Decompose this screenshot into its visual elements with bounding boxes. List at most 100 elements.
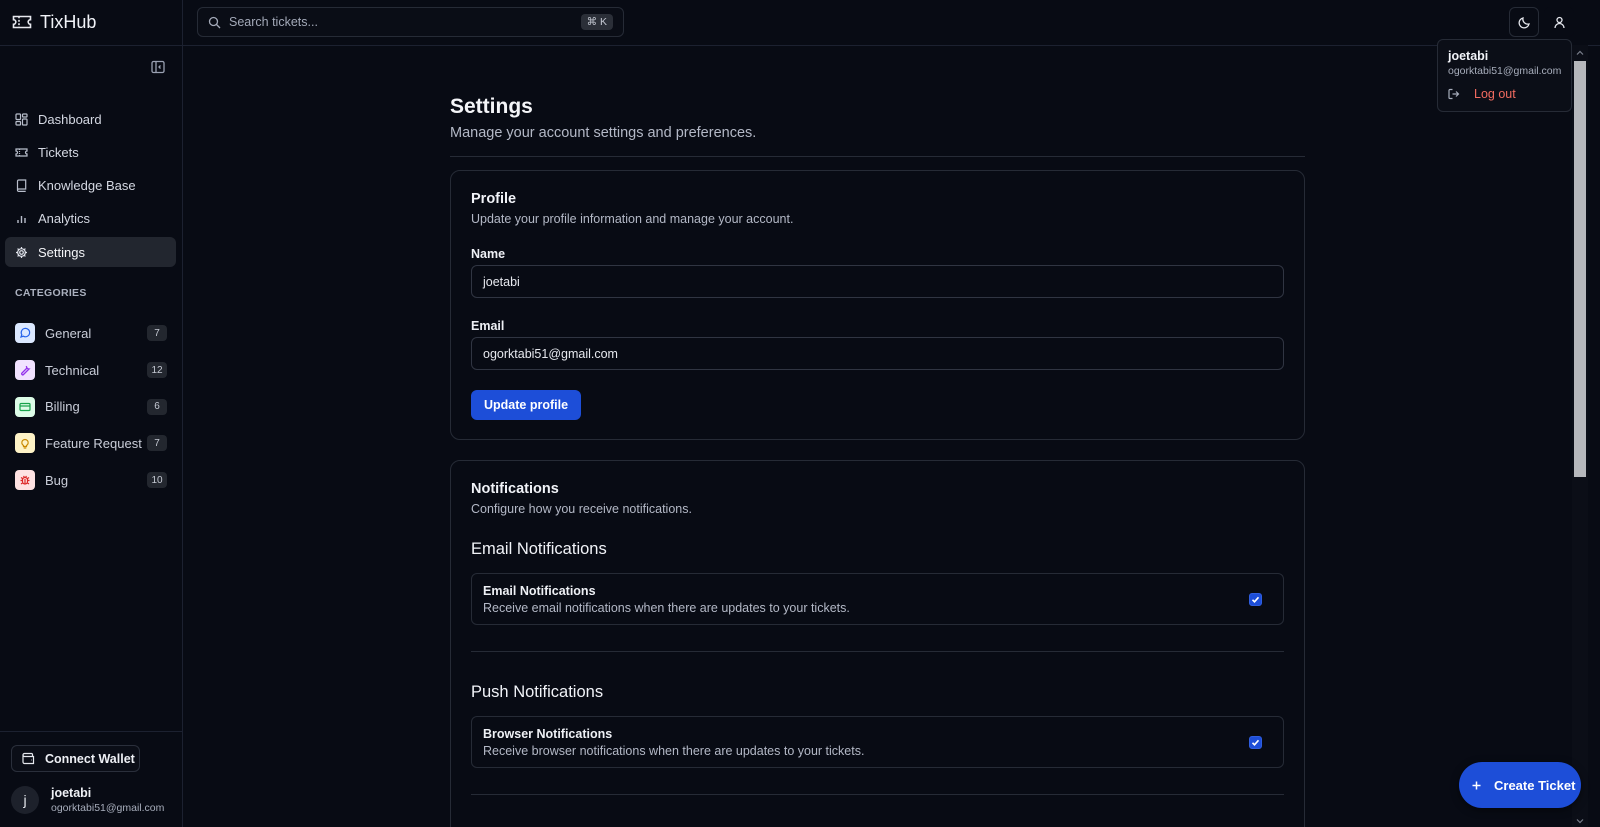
bar-chart-icon: [15, 212, 28, 225]
divider: [450, 156, 1305, 157]
scroll-down-icon[interactable]: [1576, 817, 1584, 825]
ticket-logo-icon: [12, 14, 32, 30]
page-title: Settings: [450, 95, 533, 118]
notifications-description: Configure how you receive notifications.: [471, 502, 692, 516]
category-feature-request[interactable]: Feature Request 7: [15, 425, 167, 462]
create-ticket-button[interactable]: Create Ticket: [1459, 762, 1581, 808]
count-badge: 12: [147, 362, 167, 379]
update-profile-button[interactable]: Update profile: [471, 390, 582, 420]
category-billing[interactable]: Billing 6: [15, 388, 167, 425]
logout-menu-item[interactable]: Log out: [1448, 87, 1561, 101]
divider: [471, 794, 1284, 795]
name-field[interactable]: joetabi: [471, 265, 1284, 298]
category-label: Technical: [45, 362, 100, 378]
logout-label: Log out: [1474, 87, 1516, 101]
theme-toggle-button[interactable]: [1509, 7, 1539, 37]
sidebar-item-settings[interactable]: Settings: [5, 237, 176, 268]
name-label: Name: [471, 247, 506, 261]
plus-icon: [1471, 780, 1482, 791]
create-ticket-label: Create Ticket: [1494, 777, 1576, 793]
profile-description: Update your profile information and mana…: [471, 212, 794, 226]
search-input[interactable]: Search tickets... ⌘ K: [197, 7, 624, 37]
sidebar-item-label: Settings: [38, 244, 85, 260]
sidebar-item-analytics[interactable]: Analytics: [5, 204, 176, 234]
category-technical[interactable]: Technical 12: [15, 352, 167, 389]
page-scrollbar[interactable]: [1572, 45, 1588, 827]
push-notifications-heading: Push Notifications: [471, 683, 604, 701]
sidebar-toggle-icon[interactable]: [151, 60, 167, 76]
sidebar-item-label: Analytics: [38, 211, 91, 227]
profile-card: Profile Update your profile information …: [450, 170, 1305, 440]
credit-card-icon: [15, 396, 35, 417]
avatar: j: [11, 786, 39, 814]
logout-icon: [1448, 88, 1460, 100]
divider: [471, 651, 1284, 652]
search-icon: [208, 16, 221, 29]
grid-icon: [15, 112, 28, 126]
sidebar-nav: Dashboard Tickets Knowledge Base Analyti…: [5, 104, 176, 270]
wallet-icon: [22, 752, 35, 765]
count-badge: 7: [147, 435, 167, 452]
divider: [0, 45, 183, 46]
categories-heading: CATEGORIES: [15, 287, 87, 299]
profile-title: Profile: [471, 191, 517, 207]
sidebar-item-label: Knowledge Base: [38, 178, 136, 194]
search-placeholder: Search tickets...: [229, 15, 318, 29]
user-menu-button[interactable]: [1544, 7, 1574, 37]
divider: [183, 45, 1600, 46]
scroll-up-icon[interactable]: [1576, 49, 1584, 57]
user-icon: [1553, 16, 1566, 29]
sidebar: TixHub Dashboard Tickets Knowledge Base …: [0, 0, 183, 827]
category-list: General 7 Technical 12 Billing 6 Feature…: [15, 315, 167, 498]
keyboard-shortcut: ⌘ K: [580, 14, 613, 30]
browser-notifications-row: Browser Notifications Receive browser no…: [471, 716, 1284, 768]
gear-icon: [15, 246, 28, 259]
email-notifications-label: Email Notifications: [483, 583, 596, 598]
email-notifications-heading: Email Notifications: [471, 540, 607, 558]
count-badge: 10: [147, 472, 167, 489]
category-label: Bug: [45, 472, 69, 488]
category-label: Billing: [45, 399, 80, 415]
browser-notifications-description: Receive browser notifications when there…: [483, 743, 865, 758]
browser-notifications-checkbox[interactable]: [1249, 735, 1262, 749]
page-header: Settings Manage your account settings an…: [450, 90, 1305, 157]
check-icon: [1251, 739, 1260, 746]
sidebar-item-label: Tickets: [38, 144, 79, 160]
page-subtitle: Manage your account settings and prefere…: [450, 125, 757, 141]
check-icon: [1251, 596, 1260, 603]
ticket-icon: [15, 146, 28, 159]
bug-icon: [15, 470, 35, 491]
email-notifications-checkbox[interactable]: [1249, 592, 1262, 606]
category-label: Feature Request: [45, 435, 142, 451]
connect-wallet-button[interactable]: Connect Wallet: [11, 745, 140, 772]
email-notifications-row: Email Notifications Receive email notifi…: [471, 573, 1284, 625]
notifications-title: Notifications: [471, 481, 559, 497]
user-name: joetabi: [51, 786, 92, 800]
browser-notifications-label: Browser Notifications: [483, 726, 613, 741]
notifications-card: Notifications Configure how you receive …: [450, 460, 1305, 827]
sidebar-item-tickets[interactable]: Tickets: [5, 137, 176, 167]
dropdown-user-email: ogorktabi51@gmail.com: [1448, 65, 1562, 77]
count-badge: 7: [147, 325, 167, 342]
sidebar-item-dashboard[interactable]: Dashboard: [5, 104, 176, 134]
moon-icon: [1517, 16, 1531, 29]
email-label: Email: [471, 319, 505, 333]
divider: [0, 731, 183, 732]
brand[interactable]: TixHub: [12, 12, 96, 32]
category-label: General: [45, 325, 92, 341]
lightbulb-icon: [15, 433, 35, 454]
email-notifications-description: Receive email notifications when there a…: [483, 600, 850, 615]
app-name: TixHub: [40, 11, 97, 32]
category-general[interactable]: General 7: [15, 315, 167, 352]
email-field[interactable]: ogorktabi51@gmail.com: [471, 337, 1284, 370]
sidebar-item-label: Dashboard: [38, 111, 102, 127]
dropdown-user-name: joetabi: [1448, 49, 1489, 63]
sidebar-item-knowledge-base[interactable]: Knowledge Base: [5, 171, 176, 201]
sidebar-user[interactable]: j joetabi ogorktabi51@gmail.com: [11, 786, 164, 814]
user-dropdown-menu: joetabi ogorktabi51@gmail.com Log out: [1437, 39, 1572, 112]
category-bug[interactable]: Bug 10: [15, 462, 167, 499]
user-email: ogorktabi51@gmail.com: [51, 802, 165, 814]
scrollbar-thumb[interactable]: [1574, 61, 1586, 477]
message-circle-icon: [15, 323, 35, 344]
count-badge: 6: [147, 398, 167, 415]
